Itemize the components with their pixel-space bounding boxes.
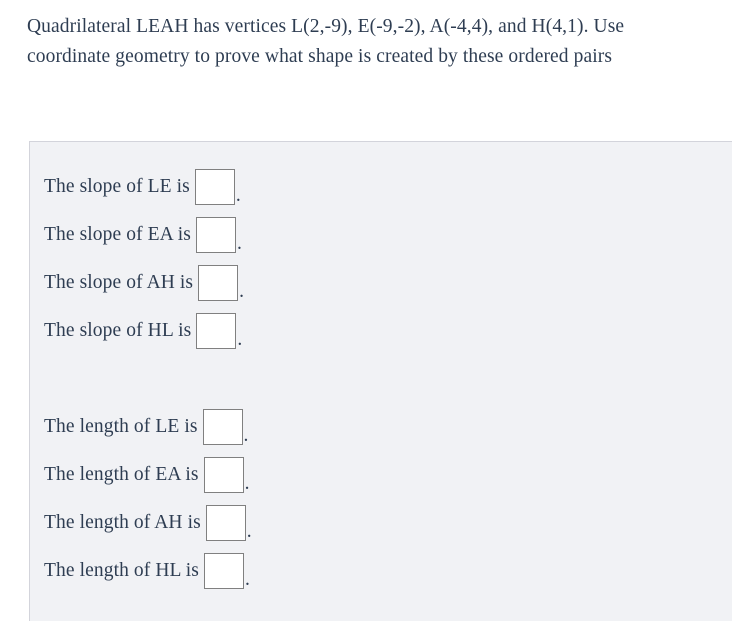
- answer-row-label: The slope of HL is: [44, 320, 192, 341]
- answer-row-label: The length of EA is: [44, 464, 199, 485]
- answer-row-period: .: [239, 281, 244, 302]
- answer-row-length-ea: The length of EA is .: [44, 451, 732, 499]
- length-hl-input[interactable]: [203, 553, 244, 589]
- answer-row-label: The length of LE is: [44, 416, 198, 437]
- length-le-input[interactable]: [202, 409, 243, 445]
- answer-row-label: The slope of LE is: [44, 176, 190, 197]
- answer-rows-container: The slope of LE is . The slope of EA is …: [30, 142, 732, 595]
- question-prompt: Quadrilateral LEAH has vertices L(2,-9),…: [27, 16, 625, 67]
- group-separator: [44, 355, 732, 403]
- slope-ea-input[interactable]: [195, 217, 236, 253]
- answer-row-slope-ah: The slope of AH is .: [44, 259, 732, 307]
- slope-le-input[interactable]: [194, 169, 235, 205]
- answer-row-period: .: [236, 233, 242, 254]
- answer-row-length-hl: The length of HL is .: [44, 547, 732, 595]
- answer-row-length-ah: The length of AH is .: [44, 499, 732, 547]
- answer-row-slope-hl: The slope of HL is .: [44, 307, 732, 355]
- answer-row-period: .: [243, 425, 249, 446]
- answer-panel: The slope of LE is . The slope of EA is …: [29, 141, 732, 621]
- answer-row-period: .: [244, 473, 250, 494]
- answer-row-slope-ea: The slope of EA is .: [44, 211, 732, 259]
- answer-row-length-le: The length of LE is .: [44, 403, 732, 451]
- length-ah-input[interactable]: [205, 505, 246, 541]
- answer-row-period: .: [237, 329, 243, 350]
- slope-ah-input[interactable]: [198, 265, 239, 301]
- slope-hl-input[interactable]: [196, 313, 237, 349]
- answer-row-label: The length of AH is: [44, 512, 201, 533]
- answer-row-label: The slope of EA is: [44, 224, 191, 245]
- answer-row-label: The length of HL is: [44, 560, 199, 581]
- length-ea-input[interactable]: [203, 457, 244, 493]
- answer-row-label: The slope of AH is: [44, 272, 194, 293]
- answer-row-period: .: [246, 521, 252, 542]
- answer-row-slope-le: The slope of LE is .: [44, 163, 732, 211]
- answer-row-period: .: [235, 185, 241, 206]
- answer-row-period: .: [244, 569, 250, 590]
